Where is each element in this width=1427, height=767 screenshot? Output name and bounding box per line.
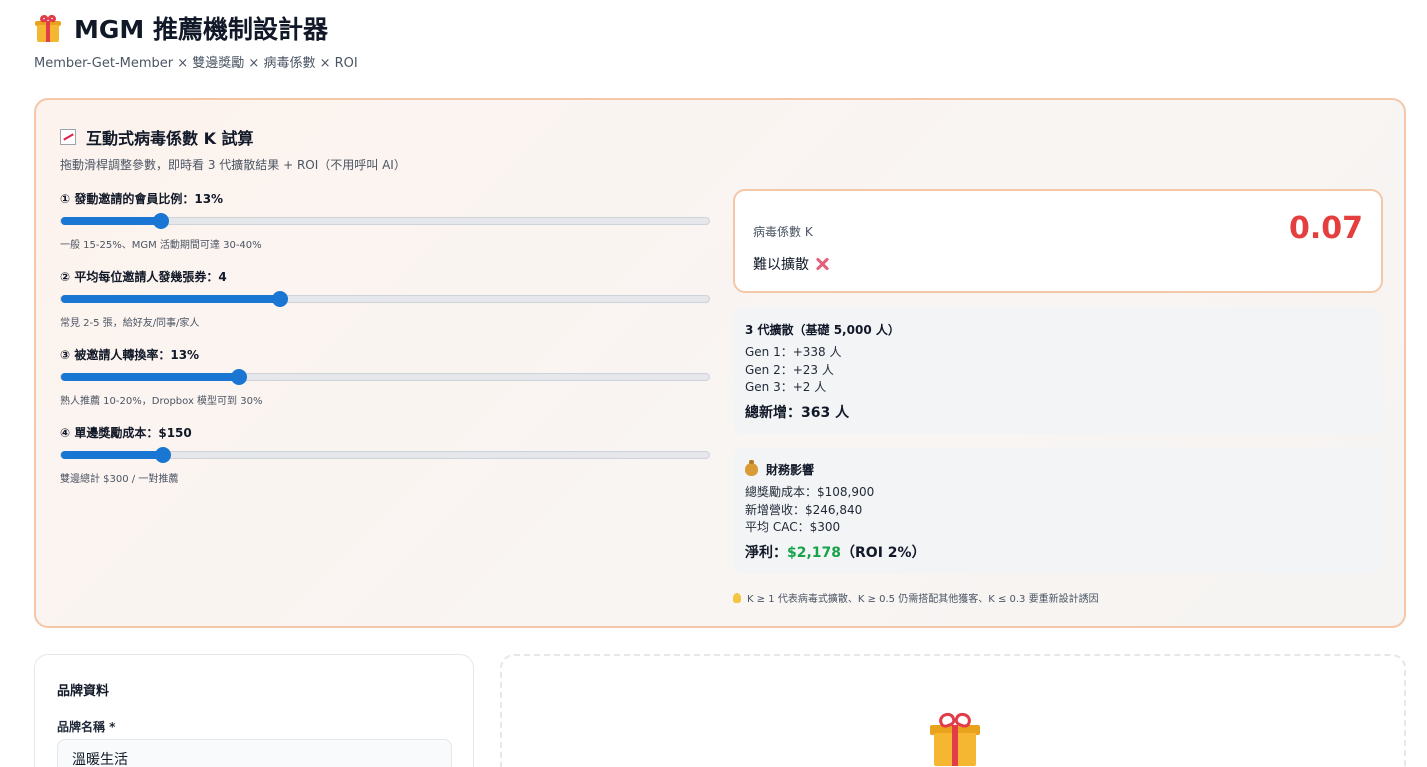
slider-label: ① 發動邀請的會員比例：13%	[60, 190, 710, 206]
k-result-box: 病毒係數 K 0.07 難以擴散	[733, 189, 1383, 293]
k-footnote: K ≥ 1 代表病毒式擴散、K ≥ 0.5 仍需搭配其他獲客、K ≤ 0.3 要…	[733, 590, 1099, 605]
profit-label: 淨利：	[745, 544, 787, 561]
footnote-text: K ≥ 1 代表病毒式擴散、K ≥ 0.5 仍需搭配其他獲客、K ≤ 0.3 要…	[747, 594, 1099, 605]
gift-icon	[34, 13, 62, 42]
money-bag-icon	[745, 460, 758, 476]
slider-reward-cost: ④ 單邊獎勵成本：$150 雙邊總計 $300 / 一對推薦	[60, 424, 710, 485]
slider-hint: 雙邊總計 $300 / 一對推薦	[60, 474, 179, 485]
k-calculator-card: 互動式病毒係數 K 試算 拖動滑桿調整參數，即時看 3 代擴散結果 + ROI（…	[34, 98, 1406, 628]
finance-reward-cost: 總獎勵成本：$108,900	[745, 485, 875, 499]
slider-label-text: ② 平均每位邀請人發幾張券：	[60, 270, 219, 284]
diffusion-gen-2: Gen 2：+23 人	[745, 362, 834, 377]
diffusion-box: 3 代擴散（基礎 5,000 人） Gen 1：+338 人 Gen 2：+23…	[733, 307, 1383, 434]
brand-card-title: 品牌資料	[57, 684, 110, 699]
slider-conversion-rate: ③ 被邀請人轉換率：13% 熟人推薦 10-20%，Dropbox 模型可到 3…	[60, 346, 710, 407]
finance-box: 財務影響 總獎勵成本：$108,900 新增營收：$246,840 平均 CAC…	[733, 447, 1383, 574]
k-value: 0.07	[1288, 211, 1363, 246]
cross-mark-icon	[815, 257, 829, 271]
k-label: 病毒係數 K	[753, 225, 813, 239]
chart-increasing-icon	[60, 129, 76, 145]
finance-profit: 淨利：$2,178（ROI 2%）	[745, 542, 1371, 562]
diffusion-title: 3 代擴散（基礎 5,000 人）	[745, 323, 900, 337]
slider-thumb[interactable]	[152, 213, 169, 229]
slider-invite-ratio: ① 發動邀請的會員比例：13% 一般 15-25%、MGM 活動期間可達 30-…	[60, 190, 710, 251]
slider-hint: 常見 2-5 張，給好友/同事/家人	[60, 318, 200, 329]
gift-icon	[928, 710, 982, 766]
slider-fill	[61, 217, 161, 225]
page-title-text: MGM 推薦機制設計器	[74, 15, 328, 44]
calculator-description: 拖動滑桿調整參數，即時看 3 代擴散結果 + ROI（不用呼叫 AI）	[60, 158, 406, 172]
slider-value: $150	[158, 426, 192, 440]
result-placeholder-card	[500, 654, 1406, 767]
slider-track[interactable]	[60, 369, 710, 385]
profit-roi: （ROI 2%）	[841, 544, 926, 561]
calculator-title: 互動式病毒係數 K 試算	[60, 125, 254, 149]
slider-fill	[61, 373, 240, 381]
brand-info-card: 品牌資料 品牌名稱 *	[34, 654, 474, 767]
slider-value: 13%	[170, 348, 200, 362]
slider-hint: 熟人推薦 10-20%，Dropbox 模型可到 30%	[60, 396, 263, 407]
slider-track[interactable]	[60, 213, 710, 229]
slider-label: ② 平均每位邀請人發幾張券：4	[60, 268, 710, 284]
slider-thumb[interactable]	[231, 369, 248, 385]
page-subtitle: Member-Get-Member × 雙邊獎勵 × 病毒係數 × ROI	[34, 56, 358, 71]
app-header: MGM 推薦機制設計器 Member-Get-Member × 雙邊獎勵 × 病…	[34, 12, 358, 71]
slider-coupons-per-inviter: ② 平均每位邀請人發幾張券：4 常見 2-5 張，給好友/同事/家人	[60, 268, 710, 329]
slider-label-text: ③ 被邀請人轉換率：	[60, 348, 171, 362]
slider-fill	[61, 295, 281, 303]
slider-label-text: ④ 單邊獎勵成本：	[60, 426, 159, 440]
slider-track[interactable]	[60, 291, 710, 307]
k-status-text: 難以擴散	[753, 257, 809, 273]
slider-track[interactable]	[60, 447, 710, 463]
light-bulb-icon	[733, 592, 741, 603]
finance-revenue: 新增營收：$246,840	[745, 502, 863, 517]
k-status: 難以擴散	[753, 254, 829, 274]
slider-fill	[61, 451, 164, 459]
page-title: MGM 推薦機制設計器	[34, 12, 358, 44]
calculator-title-text: 互動式病毒係數 K 試算	[86, 129, 254, 148]
finance-cac: 平均 CAC：$300	[745, 520, 841, 534]
finance-title: 財務影響	[745, 460, 1371, 478]
slider-thumb[interactable]	[155, 447, 172, 463]
diffusion-gen-1: Gen 1：+338 人	[745, 345, 842, 359]
brand-name-label: 品牌名稱 *	[57, 720, 116, 734]
slider-thumb[interactable]	[272, 291, 289, 307]
diffusion-gen-3: Gen 3：+2 人	[745, 380, 827, 394]
slider-label: ③ 被邀請人轉換率：13%	[60, 346, 710, 362]
brand-name-input[interactable]	[57, 739, 452, 767]
diffusion-total: 總新增：363 人	[745, 404, 850, 421]
finance-title-text: 財務影響	[766, 463, 815, 477]
slider-label-text: ① 發動邀請的會員比例：	[60, 192, 195, 206]
slider-hint: 一般 15-25%、MGM 活動期間可達 30-40%	[60, 240, 262, 251]
profit-value: $2,178	[787, 544, 842, 561]
slider-label: ④ 單邊獎勵成本：$150	[60, 424, 710, 440]
slider-value: 13%	[194, 192, 224, 206]
slider-value: 4	[218, 270, 227, 284]
